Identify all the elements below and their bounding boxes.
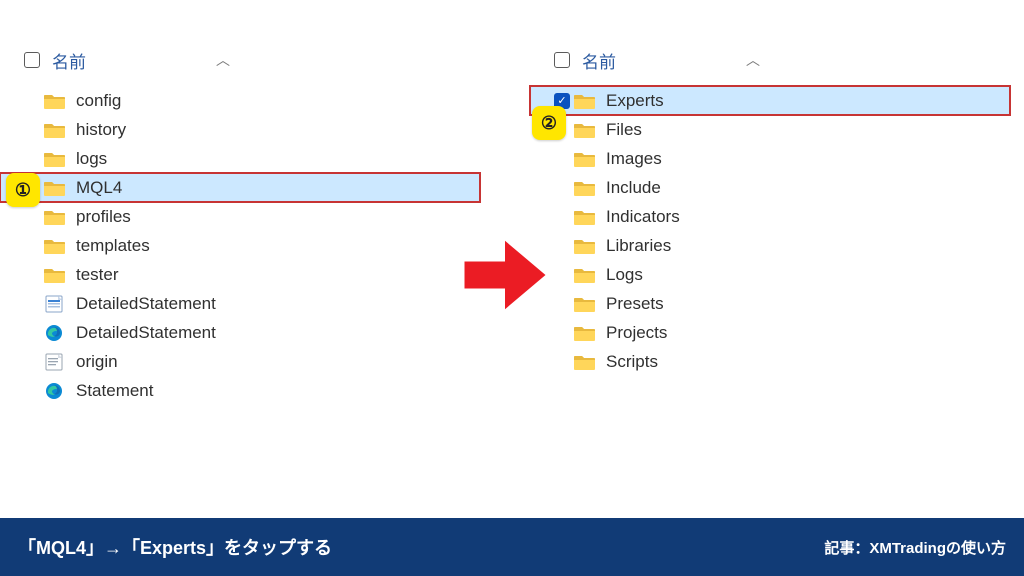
sort-caret-icon[interactable]: ︿: [746, 50, 760, 70]
list-item[interactable]: ✓ Scripts: [530, 347, 1010, 376]
item-label: Images: [606, 149, 662, 169]
folder-icon: [44, 92, 66, 110]
folder-icon: [574, 150, 596, 168]
list-item[interactable]: ✓ templates: [0, 231, 480, 260]
item-label: DetailedStatement: [76, 323, 216, 343]
item-label: Projects: [606, 323, 667, 343]
item-label: Scripts: [606, 352, 658, 372]
list-item[interactable]: ✓ Include: [530, 173, 1010, 202]
folder-icon: [44, 121, 66, 139]
item-label: Files: [606, 120, 642, 140]
list-item[interactable]: ✓ origin: [0, 347, 480, 376]
folder-icon: [574, 237, 596, 255]
select-all-checkbox[interactable]: [554, 52, 570, 68]
folder-icon: [44, 237, 66, 255]
folder-icon: [574, 266, 596, 284]
list-item[interactable]: ✓ history: [0, 115, 480, 144]
item-label: logs: [76, 149, 107, 169]
name-column-label[interactable]: 名前: [582, 48, 616, 73]
left-explorer: 名前 ︿ ✓ config ✓ history ✓ logs ✓ MQL4 ✓ …: [0, 0, 480, 405]
item-label: Presets: [606, 294, 664, 314]
column-header[interactable]: 名前 ︿: [0, 0, 480, 86]
folder-icon: [574, 92, 596, 110]
list-item[interactable]: ✓ logs: [0, 144, 480, 173]
list-item[interactable]: ✓ Statement: [0, 376, 480, 405]
item-label: Indicators: [606, 207, 680, 227]
item-label: templates: [76, 236, 150, 256]
right-file-list: ✓ Experts ✓ Files ✓ Images ✓ Include ✓ I…: [530, 86, 1010, 376]
folder-icon: [44, 179, 66, 197]
list-item[interactable]: ✓ MQL4: [0, 173, 480, 202]
callout-1: ①: [6, 173, 40, 207]
item-label: history: [76, 120, 126, 140]
callout-2: ②: [532, 106, 566, 140]
list-item[interactable]: ✓ Projects: [530, 318, 1010, 347]
item-label: Include: [606, 178, 661, 198]
html-file-icon: [44, 295, 66, 313]
list-item[interactable]: ✓ tester: [0, 260, 480, 289]
column-header[interactable]: 名前 ︿: [530, 0, 1010, 86]
folder-icon: [44, 208, 66, 226]
item-label: config: [76, 91, 121, 111]
list-item[interactable]: ✓ Indicators: [530, 202, 1010, 231]
item-label: Libraries: [606, 236, 671, 256]
list-item[interactable]: ✓ DetailedStatement: [0, 318, 480, 347]
item-label: profiles: [76, 207, 131, 227]
edge-browser-icon: [44, 382, 66, 400]
folder-icon: [574, 295, 596, 313]
explorer-comparison: 名前 ︿ ✓ config ✓ history ✓ logs ✓ MQL4 ✓ …: [0, 0, 1024, 518]
folder-icon: [574, 324, 596, 342]
folder-icon: [574, 179, 596, 197]
arrow-icon: [460, 230, 550, 325]
list-item[interactable]: ✓ config: [0, 86, 480, 115]
folder-icon: [574, 208, 596, 226]
list-item[interactable]: ✓ Experts: [530, 86, 1010, 115]
list-item[interactable]: ✓ Libraries: [530, 231, 1010, 260]
folder-icon: [574, 353, 596, 371]
select-all-checkbox[interactable]: [24, 52, 40, 68]
list-item[interactable]: ✓ Presets: [530, 289, 1010, 318]
list-item[interactable]: ✓ profiles: [0, 202, 480, 231]
list-item[interactable]: ✓ Images: [530, 144, 1010, 173]
sort-caret-icon[interactable]: ︿: [216, 50, 230, 70]
text-file-icon: [44, 353, 66, 371]
item-label: Experts: [606, 91, 664, 111]
instruction-text: 「MQL4」→「Experts」をタップする: [18, 534, 332, 560]
article-credit: 記事：XMTradingの使い方: [824, 537, 1006, 558]
list-item[interactable]: ✓ Logs: [530, 260, 1010, 289]
item-label: Statement: [76, 381, 154, 401]
left-file-list: ✓ config ✓ history ✓ logs ✓ MQL4 ✓ profi…: [0, 86, 480, 405]
item-label: tester: [76, 265, 119, 285]
list-item[interactable]: ✓ DetailedStatement: [0, 289, 480, 318]
item-label: Logs: [606, 265, 643, 285]
item-label: origin: [76, 352, 118, 372]
item-label: MQL4: [76, 178, 122, 198]
name-column-label[interactable]: 名前: [52, 48, 86, 73]
folder-icon: [44, 150, 66, 168]
list-item[interactable]: ✓ Files: [530, 115, 1010, 144]
edge-browser-icon: [44, 324, 66, 342]
right-explorer: 名前 ︿ ✓ Experts ✓ Files ✓ Images ✓ Includ…: [530, 0, 1010, 376]
item-label: DetailedStatement: [76, 294, 216, 314]
folder-icon: [44, 266, 66, 284]
folder-icon: [574, 121, 596, 139]
instruction-footer: 「MQL4」→「Experts」をタップする 記事：XMTradingの使い方: [0, 518, 1024, 576]
